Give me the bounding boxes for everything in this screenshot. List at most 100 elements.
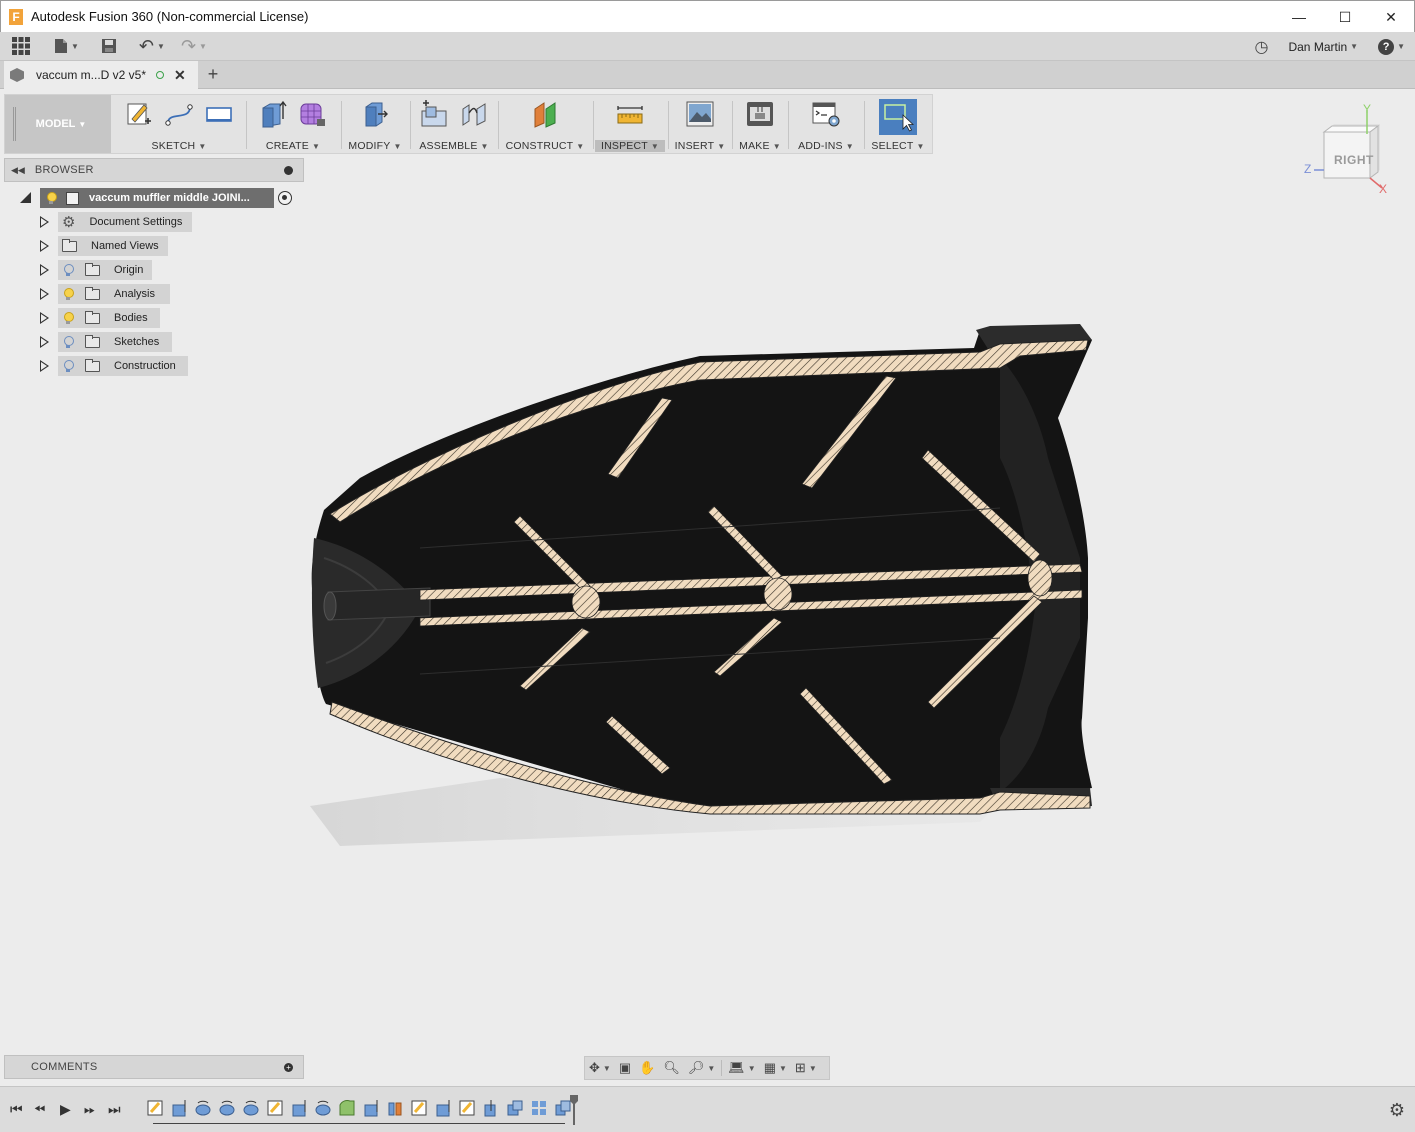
new-component-icon[interactable] <box>419 99 449 129</box>
timeline-feature-fillet-icon[interactable] <box>337 1099 357 1117</box>
timeline-feature-revolve-icon[interactable] <box>217 1099 237 1117</box>
visibility-bulb-icon[interactable] <box>63 287 74 301</box>
panel-dropdown-caret[interactable]: ▼ <box>651 142 659 151</box>
app-grid-icon[interactable] <box>10 32 32 61</box>
select-icon[interactable] <box>879 99 917 135</box>
browser-header[interactable]: ◀◀ BROWSER <box>4 158 304 182</box>
make-panel[interactable]: MAKE ▼ <box>735 95 785 153</box>
timeline-settings-icon[interactable]: ⚙ <box>1389 1100 1405 1121</box>
timeline-feature-extrude-icon[interactable] <box>169 1099 189 1117</box>
insert-image-icon[interactable] <box>685 99 715 129</box>
inspect-panel[interactable]: INSPECT ▼ <box>595 95 665 153</box>
play-icon[interactable]: ▶︎ <box>60 1101 71 1118</box>
timeline-feature-sketch-icon[interactable] <box>457 1099 477 1117</box>
form-icon[interactable] <box>298 99 328 129</box>
create-panel[interactable]: CREATE ▼ <box>249 95 337 153</box>
panel-dropdown-caret[interactable]: ▼ <box>773 142 781 151</box>
panel-dropdown-caret[interactable]: ▼ <box>717 142 725 151</box>
timeline-feature-extrude-icon[interactable] <box>361 1099 381 1117</box>
browser-item-sketches[interactable]: Sketches <box>58 332 172 352</box>
user-menu[interactable]: Dan Martin ▼ <box>1288 40 1358 54</box>
expand-construction-icon[interactable] <box>40 360 49 372</box>
add-comment-icon[interactable]: + <box>284 1063 293 1072</box>
document-tab[interactable]: vaccum m...D v2 v5* ✕ <box>4 61 198 89</box>
rectangle-icon[interactable] <box>204 99 234 129</box>
fit-icon[interactable]: 🔎︎ ▼ <box>684 1057 719 1079</box>
new-tab-button[interactable]: + <box>204 63 222 85</box>
panel-dropdown-caret[interactable]: ▼ <box>846 142 854 151</box>
scripts-icon[interactable] <box>811 99 841 129</box>
timeline-feature-sketch-icon[interactable] <box>409 1099 429 1117</box>
timeline-feature-extrude-icon[interactable] <box>433 1099 453 1117</box>
expand-named-views-icon[interactable] <box>40 240 49 252</box>
browser-item-bodies[interactable]: Bodies <box>58 308 160 328</box>
look-at-icon[interactable]: ▣ <box>615 1057 635 1079</box>
timeline-feature-split-icon[interactable] <box>385 1099 405 1117</box>
browser-root-component[interactable]: vaccum muffler middle JOINI... <box>40 188 274 208</box>
timeline-feature-pattern-icon[interactable] <box>529 1099 549 1117</box>
timeline-feature-move-icon[interactable] <box>505 1099 525 1117</box>
last-icon[interactable]: ⏭︎ <box>108 1101 121 1118</box>
browser-item-analysis[interactable]: Analysis <box>58 284 170 304</box>
add-ins-panel[interactable]: ADD-INS ▼ <box>791 95 861 153</box>
previous-icon[interactable]: ⏪︎ <box>34 1101 45 1118</box>
panel-dropdown-caret[interactable]: ▼ <box>576 142 584 151</box>
job-status-icon[interactable]: ◷ <box>1255 37 1269 57</box>
timeline-feature-revolve-icon[interactable] <box>241 1099 261 1117</box>
extrude-icon[interactable] <box>258 99 288 129</box>
panel-dropdown-caret[interactable]: ▼ <box>393 142 401 151</box>
measure-icon[interactable] <box>615 99 645 129</box>
timeline-feature-press-icon[interactable] <box>481 1099 501 1117</box>
comments-panel[interactable]: COMMENTS + <box>4 1055 304 1079</box>
visibility-bulb-icon[interactable] <box>63 359 74 373</box>
expand-root-icon[interactable] <box>20 192 31 203</box>
3d-print-icon[interactable] <box>745 99 775 129</box>
timeline-feature-sketch-icon[interactable] <box>145 1099 165 1117</box>
expand-origin-icon[interactable] <box>40 264 49 276</box>
browser-item-origin[interactable]: Origin <box>58 260 152 280</box>
view-cube-face-right[interactable]: RIGHT <box>1334 153 1374 167</box>
assemble-panel[interactable]: ASSEMBLE ▼ <box>413 95 495 153</box>
orbit-icon[interactable]: ✥ ▼ <box>585 1057 615 1079</box>
press-pull-icon[interactable] <box>360 99 390 129</box>
create-sketch-icon[interactable] <box>124 99 154 129</box>
pan-icon[interactable]: ✋ <box>635 1057 659 1079</box>
line-icon[interactable] <box>164 99 194 129</box>
display-settings-icon[interactable]: 💻︎ ▼ <box>724 1057 759 1079</box>
save-icon[interactable] <box>101 32 117 61</box>
file-menu-button[interactable]: ▼ <box>54 32 79 61</box>
visibility-bulb-icon[interactable] <box>63 335 74 349</box>
visibility-bulb-icon[interactable] <box>46 191 57 205</box>
expand-bodies-icon[interactable] <box>40 312 49 324</box>
expand-analysis-icon[interactable] <box>40 288 49 300</box>
browser-minimize-icon[interactable] <box>284 166 293 175</box>
browser-item-construction[interactable]: Construction <box>58 356 188 376</box>
redo-button[interactable]: ↷ ▼ <box>181 32 207 61</box>
muffler-section-model[interactable] <box>300 318 1100 848</box>
next-icon[interactable]: ⏩︎ <box>84 1101 95 1118</box>
close-tab-icon[interactable]: ✕ <box>174 67 186 84</box>
visibility-bulb-icon[interactable] <box>63 311 74 325</box>
insert-panel[interactable]: INSERT ▼ <box>671 95 729 153</box>
view-cube[interactable]: RIGHT Y Z X <box>1300 102 1400 200</box>
modify-panel[interactable]: MODIFY ▼ <box>343 95 407 153</box>
panel-dropdown-caret[interactable]: ▼ <box>198 142 206 151</box>
zoom-icon[interactable]: 🔍︎ <box>659 1057 684 1079</box>
browser-item-named-views[interactable]: Named Views <box>58 236 168 256</box>
timeline-feature-extrude-icon[interactable] <box>289 1099 309 1117</box>
activate-component-icon[interactable] <box>278 191 292 205</box>
panel-dropdown-caret[interactable]: ▼ <box>481 142 489 151</box>
undo-button[interactable]: ↶ ▼ <box>139 32 165 61</box>
panel-dropdown-caret[interactable]: ▼ <box>916 142 924 151</box>
grid-icon[interactable]: ▦ ▼ <box>760 1057 791 1079</box>
expand-sketches-icon[interactable] <box>40 336 49 348</box>
viewports-icon[interactable]: ⊞ ▼ <box>791 1057 821 1079</box>
first-icon[interactable]: ⏮︎ <box>10 1101 23 1118</box>
browser-item-document-settings[interactable]: ⚙ Document Settings <box>58 212 192 232</box>
offset-plane-icon[interactable] <box>530 99 560 129</box>
maximize-icon[interactable]: ☐ <box>1322 1 1368 33</box>
minimize-icon[interactable]: — <box>1276 1 1322 33</box>
help-menu[interactable]: ? ▼ <box>1378 38 1405 55</box>
joint-icon[interactable] <box>459 99 489 129</box>
sketch-panel[interactable]: SKETCH ▼ <box>115 95 243 153</box>
